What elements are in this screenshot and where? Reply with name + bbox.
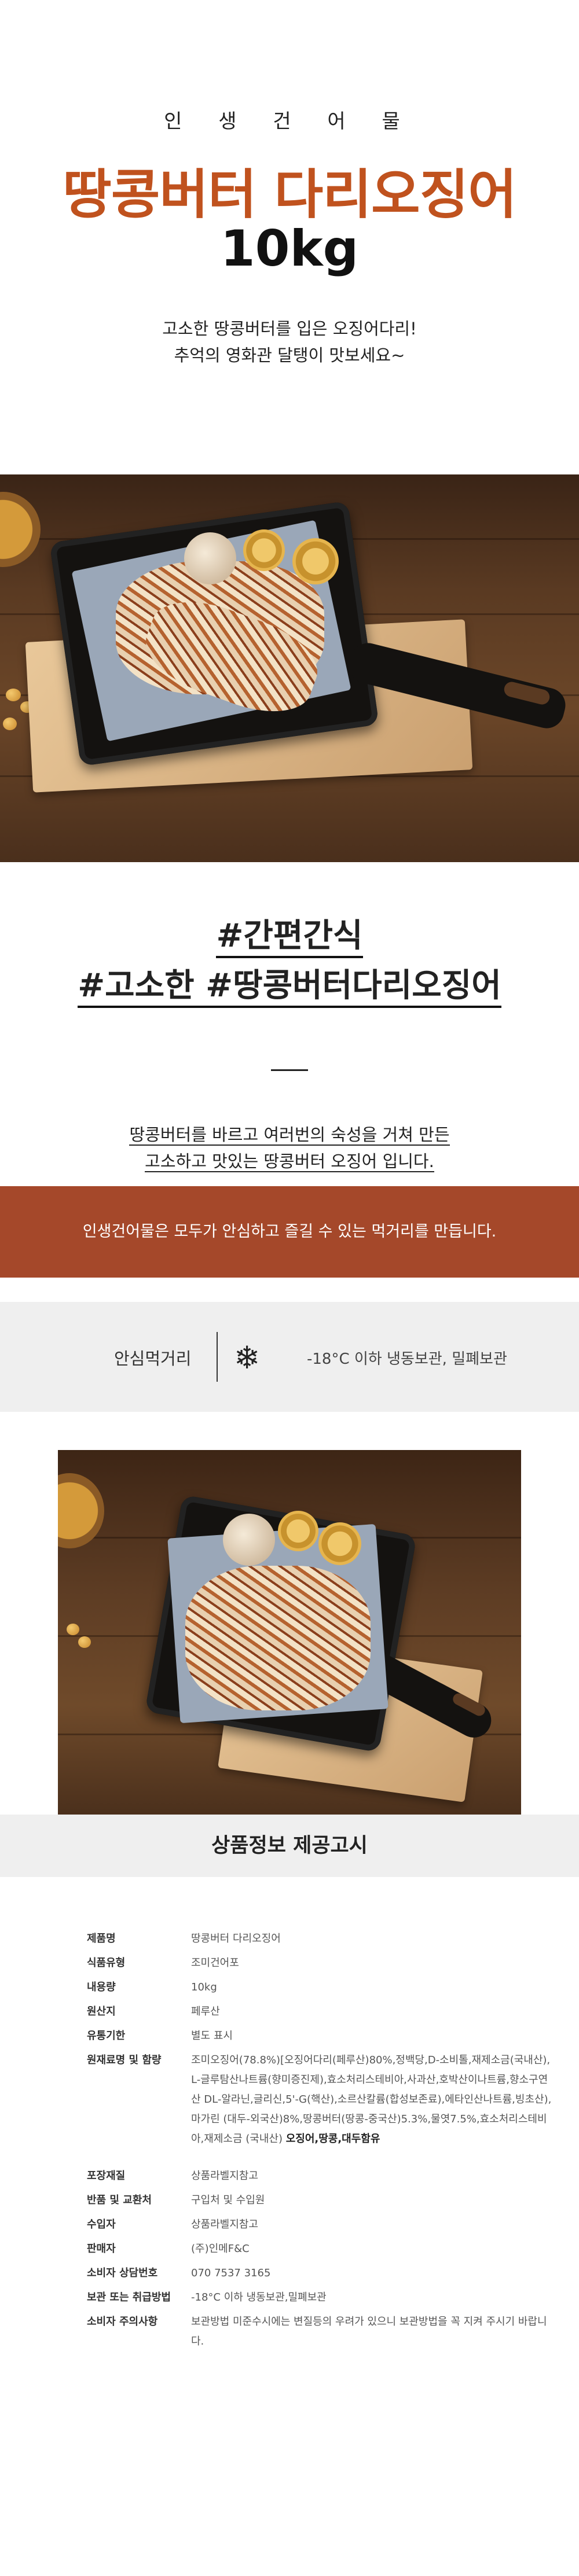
product-detail-page: 인 생 건 어 물 땅콩버터 다리오징어 10kg 고소한 땅콩버터를 입은 오…: [0, 0, 579, 2426]
tag-description-line-1: 땅콩버터를 바르고 여러번의 숙성을 거쳐 만든: [129, 1125, 450, 1146]
hashtag-line-2: #고소한 #땅콩버터다리오징어: [0, 959, 579, 1008]
product-description: 고소한 땅콩버터를 입은 오징어다리! 추억의 영화관 달탱이 맛보세요~: [0, 315, 579, 369]
info-heading: 상품정보 제공고시: [0, 1815, 579, 1877]
hashtag-section: #간편간식 #고소한 #땅콩버터다리오징어 땅콩버터를 바르고 여러번의 숙성을…: [0, 862, 579, 1186]
info-row-importer: 수입자 상품라벨지참고: [87, 2218, 258, 2231]
chickpea-bowl: [0, 492, 41, 567]
info-row-name: 제품명 땅콩버터 다리오징어: [87, 1933, 281, 1945]
info-row-caution: 소비자 주의사항 보관방법 미준수시에는 변질등의 우려가 있으니 보관방법을 꼭…: [87, 2316, 547, 2347]
storage-text: -18°C 이하 냉동보관, 밀폐보관: [307, 1350, 507, 1368]
info-row-expiry: 유통기한 별도 표시: [87, 2030, 233, 2042]
product-info-table: 제품명 땅콩버터 다리오징어 식품유형 조미건어포 내용량 10kg 원산지 페루산 유…: [0, 1877, 579, 2426]
info-row-phone: 소비자 상담번호 070 7537 3165: [87, 2267, 271, 2279]
storage-label: 안심먹거리: [114, 1349, 192, 1368]
info-row-ingredients: 원재료명 및 함량 조미오징어(78.8%)[오징어다리(페루산)80%,정백당…: [87, 2054, 552, 2145]
product-photo-1: [0, 474, 579, 862]
info-row-type: 식품유형 조미건어포: [87, 1957, 239, 1969]
brand-name: 인 생 건 어 물: [164, 110, 415, 133]
brand-banner: 인생건어물은 모두가 안심하고 즐길 수 있는 먹거리를 만듭니다.: [0, 1186, 579, 1278]
product-photo-2: [58, 1450, 521, 1815]
storage-divider: [217, 1332, 218, 1382]
info-row-weight: 내용량 10kg: [87, 1981, 217, 1993]
hero-section: 인 생 건 어 물 땅콩버터 다리오징어 10kg 고소한 땅콩버터를 입은 오…: [0, 0, 579, 474]
allergy-info: 오징어,땅콩,대두함유: [285, 2133, 380, 2145]
description-line-1: 고소한 땅콩버터를 입은 오징어다리!: [162, 319, 417, 338]
tag-description: 땅콩버터를 바르고 여러번의 숙성을 거쳐 만든 고소하고 맛있는 땅콩버터 오…: [0, 1121, 579, 1175]
hashtag-line-1: #간편간식: [0, 910, 579, 958]
description-line-2: 추억의 영화관 달탱이 맛보세요~: [174, 345, 405, 365]
info-row-origin: 원산지 페루산: [87, 2005, 220, 2018]
divider: [271, 1069, 308, 1071]
info-row-returns: 반품 및 교환처 구입처 및 수입원: [87, 2194, 265, 2206]
product-weight: 10kg: [220, 220, 359, 278]
product-title: 땅콩버터 다리오징어: [63, 164, 517, 226]
tag-description-line-2: 고소하고 맛있는 땅콩버터 오징어 입니다.: [145, 1151, 434, 1172]
storage-info: 안심먹거리 ❄ -18°C 이하 냉동보관, 밀폐보관: [0, 1302, 579, 1412]
info-row-seller: 판매자 (주)인메F&C: [87, 2243, 250, 2255]
info-row-storage: 보관 또는 취급방법 -18°C 이하 냉동보관,밀폐보관: [87, 2291, 327, 2303]
info-row-packaging: 포장재질 상품라벨지참고: [87, 2170, 258, 2182]
snowflake-icon: ❄: [234, 1339, 261, 1376]
